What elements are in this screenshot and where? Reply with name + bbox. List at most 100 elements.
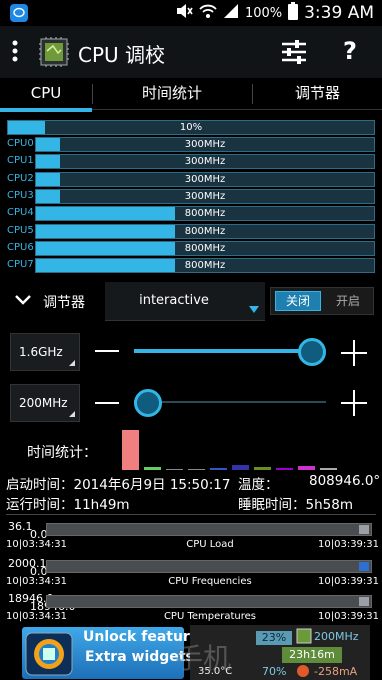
core-label: CPU3 bbox=[7, 189, 34, 201]
tab-governor[interactable]: 调节器 bbox=[253, 78, 382, 110]
tab-cpu-label: CPU bbox=[30, 84, 62, 102]
ad-widget-temp: 35.0°C bbox=[198, 666, 233, 677]
core-load-track: 300MHz bbox=[35, 154, 375, 170]
ad-banner[interactable]: Unlock features Extra widgets 手机 35.0°C … bbox=[0, 625, 382, 680]
graph-title: CPU Temperatures bbox=[163, 611, 257, 622]
ad-phone-chip-icon bbox=[20, 629, 80, 680]
time-stats-bar bbox=[144, 467, 161, 470]
toggle-on-option[interactable]: 关闭 bbox=[275, 291, 321, 311]
time-stats-bar bbox=[232, 465, 249, 470]
slider-fill bbox=[134, 349, 312, 353]
time-stats-label: 时间统计： bbox=[27, 445, 97, 461]
tab-time-stats[interactable]: 时间统计 bbox=[93, 78, 251, 110]
help-icon[interactable]: ? bbox=[343, 38, 357, 64]
min-freq-select[interactable]: 200MHz bbox=[10, 384, 80, 422]
core-freq-text: 300MHz bbox=[184, 190, 226, 202]
time-stats-bar bbox=[254, 467, 271, 470]
ad-widget-freq: 200MHz bbox=[314, 630, 359, 643]
min-freq-value: 200MHz bbox=[19, 396, 68, 410]
battery-percent: 100% bbox=[244, 5, 283, 21]
runtime-text: 运行时间：11h49m bbox=[6, 497, 130, 513]
graph-start-time: 10|03:34:31 bbox=[6, 611, 68, 622]
core-label: CPU1 bbox=[7, 155, 34, 167]
status-bar: 100% 3:39 AM bbox=[0, 0, 382, 26]
core-load-row: CPU0 300MHz bbox=[7, 137, 375, 153]
core-freq-text: 300MHz bbox=[184, 156, 226, 168]
app-title: CPU 调校 bbox=[78, 43, 166, 67]
mute-icon bbox=[175, 3, 193, 23]
chat-notification-icon bbox=[10, 4, 28, 22]
slider-thumb[interactable] bbox=[134, 389, 162, 417]
graph-end-time: 10|03:39:31 bbox=[318, 576, 380, 587]
time-stats-bar bbox=[276, 468, 293, 470]
wifi-icon bbox=[199, 3, 217, 23]
core-load-track: 800MHz bbox=[35, 206, 375, 222]
app-root: { "status": {"battery": "100%", "time": … bbox=[0, 0, 382, 680]
clock: 3:39 AM bbox=[304, 3, 374, 23]
graph-end-time: 10|03:39:31 bbox=[318, 611, 380, 622]
core-freq-text: 800MHz bbox=[184, 260, 226, 272]
time-stats-bar bbox=[166, 469, 183, 470]
governor-label: 调节器 bbox=[43, 295, 85, 311]
sleep-time-text: 睡眠时间：5h58m bbox=[238, 497, 353, 513]
battery-icon bbox=[288, 2, 299, 24]
graph-start-time: 10|03:34:31 bbox=[6, 576, 68, 587]
time-stats-bar bbox=[320, 468, 337, 470]
max-freq-slider[interactable] bbox=[134, 337, 326, 367]
min-freq-minus-icon[interactable] bbox=[95, 402, 119, 404]
core-label: CPU4 bbox=[7, 207, 34, 219]
core-label: CPU7 bbox=[7, 259, 34, 271]
graph-start-time: 10|03:34:31 bbox=[6, 539, 68, 550]
total-load-bar: 10% bbox=[7, 120, 375, 136]
graph-ymax: 36.1 bbox=[8, 520, 33, 533]
status-right-group: 100% 3:39 AM bbox=[175, 2, 374, 24]
core-label: CPU5 bbox=[7, 224, 34, 236]
core-label: CPU6 bbox=[7, 241, 34, 253]
time-stats-bar bbox=[298, 466, 315, 470]
graph-title: CPU Frequencies bbox=[168, 576, 252, 587]
action-bar: CPU 调校 ? bbox=[0, 26, 382, 78]
core-load-row: CPU7 800MHz bbox=[7, 258, 375, 274]
governor-select[interactable]: interactive bbox=[105, 282, 265, 321]
governor-toggle[interactable]: 关闭 开启 bbox=[270, 287, 374, 315]
collapse-chevron-icon[interactable] bbox=[14, 291, 32, 310]
core-load-track: 800MHz bbox=[35, 223, 375, 239]
core-load-row: CPU4 800MHz bbox=[7, 206, 375, 222]
core-load-row: CPU3 300MHz bbox=[7, 188, 375, 205]
graph-line bbox=[359, 562, 369, 571]
overflow-menu-icon[interactable] bbox=[12, 40, 18, 66]
slider-track bbox=[134, 401, 326, 403]
ad-widget-current: -258mA bbox=[314, 665, 358, 678]
tab-time-stats-label: 时间统计 bbox=[141, 84, 202, 102]
equalizer-settings-icon[interactable] bbox=[281, 39, 307, 69]
max-freq-minus-icon[interactable] bbox=[95, 350, 119, 352]
tab-cpu[interactable]: CPU bbox=[0, 78, 92, 112]
spinner-corner-icon bbox=[69, 411, 75, 417]
total-load-text: 10% bbox=[179, 122, 203, 133]
core-freq-text: 300MHz bbox=[184, 173, 226, 185]
total-load-track: 10% bbox=[7, 120, 375, 135]
core-freq-text: 800MHz bbox=[184, 225, 226, 237]
min-freq-plus-icon[interactable] bbox=[340, 389, 368, 421]
core-load-row: CPU2 300MHz bbox=[7, 171, 375, 188]
graph-plot bbox=[46, 595, 372, 608]
toggle-off-option[interactable]: 开启 bbox=[325, 291, 371, 311]
graph-line bbox=[359, 597, 369, 606]
graph-end-time: 10|03:39:31 bbox=[318, 539, 380, 550]
max-freq-plus-icon[interactable] bbox=[340, 339, 368, 371]
tab-bar: CPU 时间统计 调节器 bbox=[0, 78, 382, 112]
section-divider bbox=[6, 514, 376, 515]
tab-active-indicator bbox=[0, 108, 92, 112]
time-stats-bar bbox=[210, 468, 227, 470]
ad-widget-time: 23h16m bbox=[282, 647, 342, 663]
core-load-row: CPU6 800MHz bbox=[7, 240, 375, 257]
slider-thumb[interactable] bbox=[298, 338, 326, 366]
min-freq-slider[interactable] bbox=[134, 388, 326, 418]
max-freq-select[interactable]: 1.6GHz bbox=[10, 333, 80, 371]
core-load-track: 800MHz bbox=[35, 240, 375, 256]
max-freq-value: 1.6GHz bbox=[19, 345, 63, 359]
ad-widget-battery-icon bbox=[296, 663, 310, 680]
graph-plot bbox=[46, 523, 372, 536]
core-freq-text: 800MHz bbox=[184, 208, 226, 220]
core-load-track: 300MHz bbox=[35, 137, 375, 152]
